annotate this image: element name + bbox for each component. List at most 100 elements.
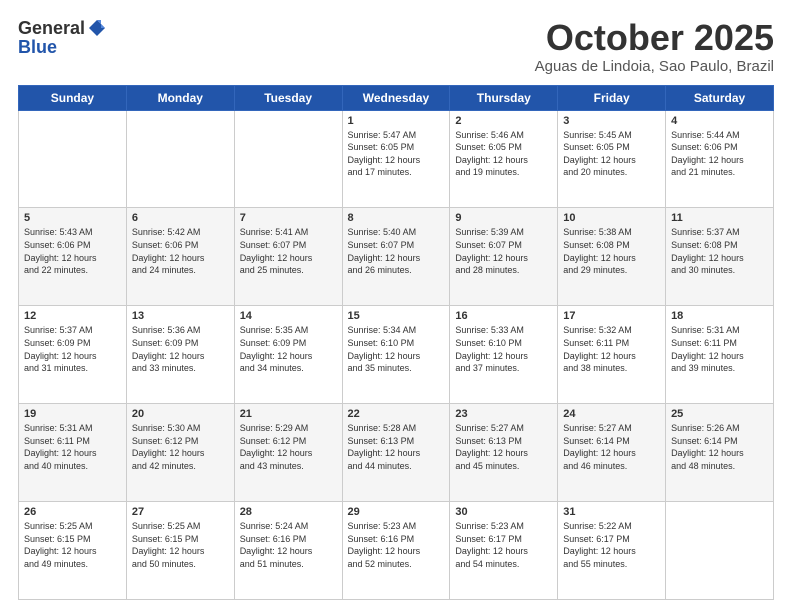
day-number: 9 bbox=[455, 212, 552, 224]
day-number: 7 bbox=[240, 212, 337, 224]
day-number: 5 bbox=[24, 212, 121, 224]
day-info: Sunrise: 5:31 AM Sunset: 6:11 PM Dayligh… bbox=[671, 324, 768, 374]
calendar-cell bbox=[234, 110, 342, 208]
day-number: 15 bbox=[348, 310, 445, 322]
weekday-header-tuesday: Tuesday bbox=[234, 85, 342, 110]
week-row-4: 26 Sunrise: 5:25 AM Sunset: 6:15 PM Dayli… bbox=[19, 502, 774, 600]
day-info: Sunrise: 5:40 AM Sunset: 6:07 PM Dayligh… bbox=[348, 226, 445, 276]
weekday-header-thursday: Thursday bbox=[450, 85, 558, 110]
calendar-cell: 11Sunrise: 5:37 AM Sunset: 6:08 PM Dayli… bbox=[666, 208, 774, 306]
week-row-0: 1Sunrise: 5:47 AM Sunset: 6:05 PM Daylig… bbox=[19, 110, 774, 208]
calendar-cell: 3 Sunrise: 5:45 AM Sunset: 6:05 PM Daylig… bbox=[558, 110, 666, 208]
calendar-cell: 16Sunrise: 5:33 AM Sunset: 6:10 PM Dayli… bbox=[450, 306, 558, 404]
calendar-cell: 15 Sunrise: 5:34 AM Sunset: 6:10 PM Dayli… bbox=[342, 306, 450, 404]
calendar-cell: 29 Sunrise: 5:23 AM Sunset: 6:16 PM Dayli… bbox=[342, 502, 450, 600]
calendar-cell: 20Sunrise: 5:30 AM Sunset: 6:12 PM Dayli… bbox=[126, 404, 234, 502]
calendar-cell: 21 Sunrise: 5:29 AM Sunset: 6:12 PM Dayli… bbox=[234, 404, 342, 502]
day-number: 26 bbox=[24, 506, 121, 518]
logo-blue: Blue bbox=[18, 37, 107, 58]
day-info: Sunrise: 5:31 AM Sunset: 6:11 PM Dayligh… bbox=[24, 422, 121, 472]
day-number: 24 bbox=[563, 408, 660, 420]
day-info: Sunrise: 5:34 AM Sunset: 6:10 PM Dayligh… bbox=[348, 324, 445, 374]
day-number: 22 bbox=[348, 408, 445, 420]
day-number: 16 bbox=[455, 310, 552, 322]
day-number: 18 bbox=[671, 310, 768, 322]
calendar-cell: 26 Sunrise: 5:25 AM Sunset: 6:15 PM Dayli… bbox=[19, 502, 127, 600]
calendar-body: 1Sunrise: 5:47 AM Sunset: 6:05 PM Daylig… bbox=[19, 110, 774, 599]
day-info: Sunrise: 5:46 AM Sunset: 6:05 PM Dayligh… bbox=[455, 129, 552, 179]
day-number: 10 bbox=[563, 212, 660, 224]
day-info: Sunrise: 5:23 AM Sunset: 6:17 PM Dayligh… bbox=[455, 520, 552, 570]
day-info: Sunrise: 5:47 AM Sunset: 6:05 PM Dayligh… bbox=[348, 129, 445, 179]
calendar-cell: 12 Sunrise: 5:37 AM Sunset: 6:09 PM Dayli… bbox=[19, 306, 127, 404]
calendar-cell: 22Sunrise: 5:28 AM Sunset: 6:13 PM Dayli… bbox=[342, 404, 450, 502]
calendar-cell bbox=[19, 110, 127, 208]
day-info: Sunrise: 5:43 AM Sunset: 6:06 PM Dayligh… bbox=[24, 226, 121, 276]
day-info: Sunrise: 5:38 AM Sunset: 6:08 PM Dayligh… bbox=[563, 226, 660, 276]
day-info: Sunrise: 5:45 AM Sunset: 6:05 PM Dayligh… bbox=[563, 129, 660, 179]
day-info: Sunrise: 5:35 AM Sunset: 6:09 PM Dayligh… bbox=[240, 324, 337, 374]
day-number: 20 bbox=[132, 408, 229, 420]
day-number: 6 bbox=[132, 212, 229, 224]
calendar-cell: 7Sunrise: 5:41 AM Sunset: 6:07 PM Daylig… bbox=[234, 208, 342, 306]
day-number: 3 bbox=[563, 115, 660, 127]
day-number: 25 bbox=[671, 408, 768, 420]
day-info: Sunrise: 5:27 AM Sunset: 6:14 PM Dayligh… bbox=[563, 422, 660, 472]
week-row-2: 12 Sunrise: 5:37 AM Sunset: 6:09 PM Dayli… bbox=[19, 306, 774, 404]
day-info: Sunrise: 5:42 AM Sunset: 6:06 PM Dayligh… bbox=[132, 226, 229, 276]
day-info: Sunrise: 5:29 AM Sunset: 6:12 PM Dayligh… bbox=[240, 422, 337, 472]
day-info: Sunrise: 5:39 AM Sunset: 6:07 PM Dayligh… bbox=[455, 226, 552, 276]
calendar-cell: 14 Sunrise: 5:35 AM Sunset: 6:09 PM Dayli… bbox=[234, 306, 342, 404]
day-number: 12 bbox=[24, 310, 121, 322]
day-number: 8 bbox=[348, 212, 445, 224]
day-info: Sunrise: 5:36 AM Sunset: 6:09 PM Dayligh… bbox=[132, 324, 229, 374]
calendar-cell: 10 Sunrise: 5:38 AM Sunset: 6:08 PM Dayli… bbox=[558, 208, 666, 306]
calendar-cell: 17 Sunrise: 5:32 AM Sunset: 6:11 PM Dayli… bbox=[558, 306, 666, 404]
calendar-cell: 4Sunrise: 5:44 AM Sunset: 6:06 PM Daylig… bbox=[666, 110, 774, 208]
weekday-header-row: SundayMondayTuesdayWednesdayThursdayFrid… bbox=[19, 85, 774, 110]
day-number: 23 bbox=[455, 408, 552, 420]
day-info: Sunrise: 5:37 AM Sunset: 6:09 PM Dayligh… bbox=[24, 324, 121, 374]
day-info: Sunrise: 5:32 AM Sunset: 6:11 PM Dayligh… bbox=[563, 324, 660, 374]
day-info: Sunrise: 5:25 AM Sunset: 6:15 PM Dayligh… bbox=[24, 520, 121, 570]
calendar-cell: 5 Sunrise: 5:43 AM Sunset: 6:06 PM Daylig… bbox=[19, 208, 127, 306]
calendar-cell: 8 Sunrise: 5:40 AM Sunset: 6:07 PM Daylig… bbox=[342, 208, 450, 306]
day-number: 17 bbox=[563, 310, 660, 322]
calendar-cell: 23 Sunrise: 5:27 AM Sunset: 6:13 PM Dayli… bbox=[450, 404, 558, 502]
weekday-header-saturday: Saturday bbox=[666, 85, 774, 110]
calendar-cell: 6 Sunrise: 5:42 AM Sunset: 6:06 PM Daylig… bbox=[126, 208, 234, 306]
day-number: 2 bbox=[455, 115, 552, 127]
calendar-cell bbox=[126, 110, 234, 208]
day-info: Sunrise: 5:23 AM Sunset: 6:16 PM Dayligh… bbox=[348, 520, 445, 570]
day-info: Sunrise: 5:37 AM Sunset: 6:08 PM Dayligh… bbox=[671, 226, 768, 276]
title-location: Aguas de Lindoia, Sao Paulo, Brazil bbox=[535, 58, 774, 75]
day-number: 21 bbox=[240, 408, 337, 420]
weekday-header-monday: Monday bbox=[126, 85, 234, 110]
day-info: Sunrise: 5:27 AM Sunset: 6:13 PM Dayligh… bbox=[455, 422, 552, 472]
calendar-cell: 24 Sunrise: 5:27 AM Sunset: 6:14 PM Dayli… bbox=[558, 404, 666, 502]
day-number: 30 bbox=[455, 506, 552, 518]
calendar-cell: 25Sunrise: 5:26 AM Sunset: 6:14 PM Dayli… bbox=[666, 404, 774, 502]
logo: General Blue bbox=[18, 18, 107, 58]
calendar-cell: 31Sunrise: 5:22 AM Sunset: 6:17 PM Dayli… bbox=[558, 502, 666, 600]
day-number: 29 bbox=[348, 506, 445, 518]
logo-general: General bbox=[18, 18, 85, 39]
weekday-header-wednesday: Wednesday bbox=[342, 85, 450, 110]
weekday-header-sunday: Sunday bbox=[19, 85, 127, 110]
title-month: October 2025 bbox=[535, 18, 774, 58]
calendar-cell: 27Sunrise: 5:25 AM Sunset: 6:15 PM Dayli… bbox=[126, 502, 234, 600]
day-number: 28 bbox=[240, 506, 337, 518]
week-row-1: 5 Sunrise: 5:43 AM Sunset: 6:06 PM Daylig… bbox=[19, 208, 774, 306]
day-number: 14 bbox=[240, 310, 337, 322]
week-row-3: 19Sunrise: 5:31 AM Sunset: 6:11 PM Dayli… bbox=[19, 404, 774, 502]
calendar-cell: 1Sunrise: 5:47 AM Sunset: 6:05 PM Daylig… bbox=[342, 110, 450, 208]
day-info: Sunrise: 5:22 AM Sunset: 6:17 PM Dayligh… bbox=[563, 520, 660, 570]
title-block: October 2025 Aguas de Lindoia, Sao Paulo… bbox=[535, 18, 774, 75]
calendar-cell bbox=[666, 502, 774, 600]
weekday-header-friday: Friday bbox=[558, 85, 666, 110]
calendar-cell: 18 Sunrise: 5:31 AM Sunset: 6:11 PM Dayli… bbox=[666, 306, 774, 404]
day-info: Sunrise: 5:44 AM Sunset: 6:06 PM Dayligh… bbox=[671, 129, 768, 179]
calendar-cell: 19Sunrise: 5:31 AM Sunset: 6:11 PM Dayli… bbox=[19, 404, 127, 502]
calendar-cell: 2 Sunrise: 5:46 AM Sunset: 6:05 PM Daylig… bbox=[450, 110, 558, 208]
calendar-cell: 9 Sunrise: 5:39 AM Sunset: 6:07 PM Daylig… bbox=[450, 208, 558, 306]
